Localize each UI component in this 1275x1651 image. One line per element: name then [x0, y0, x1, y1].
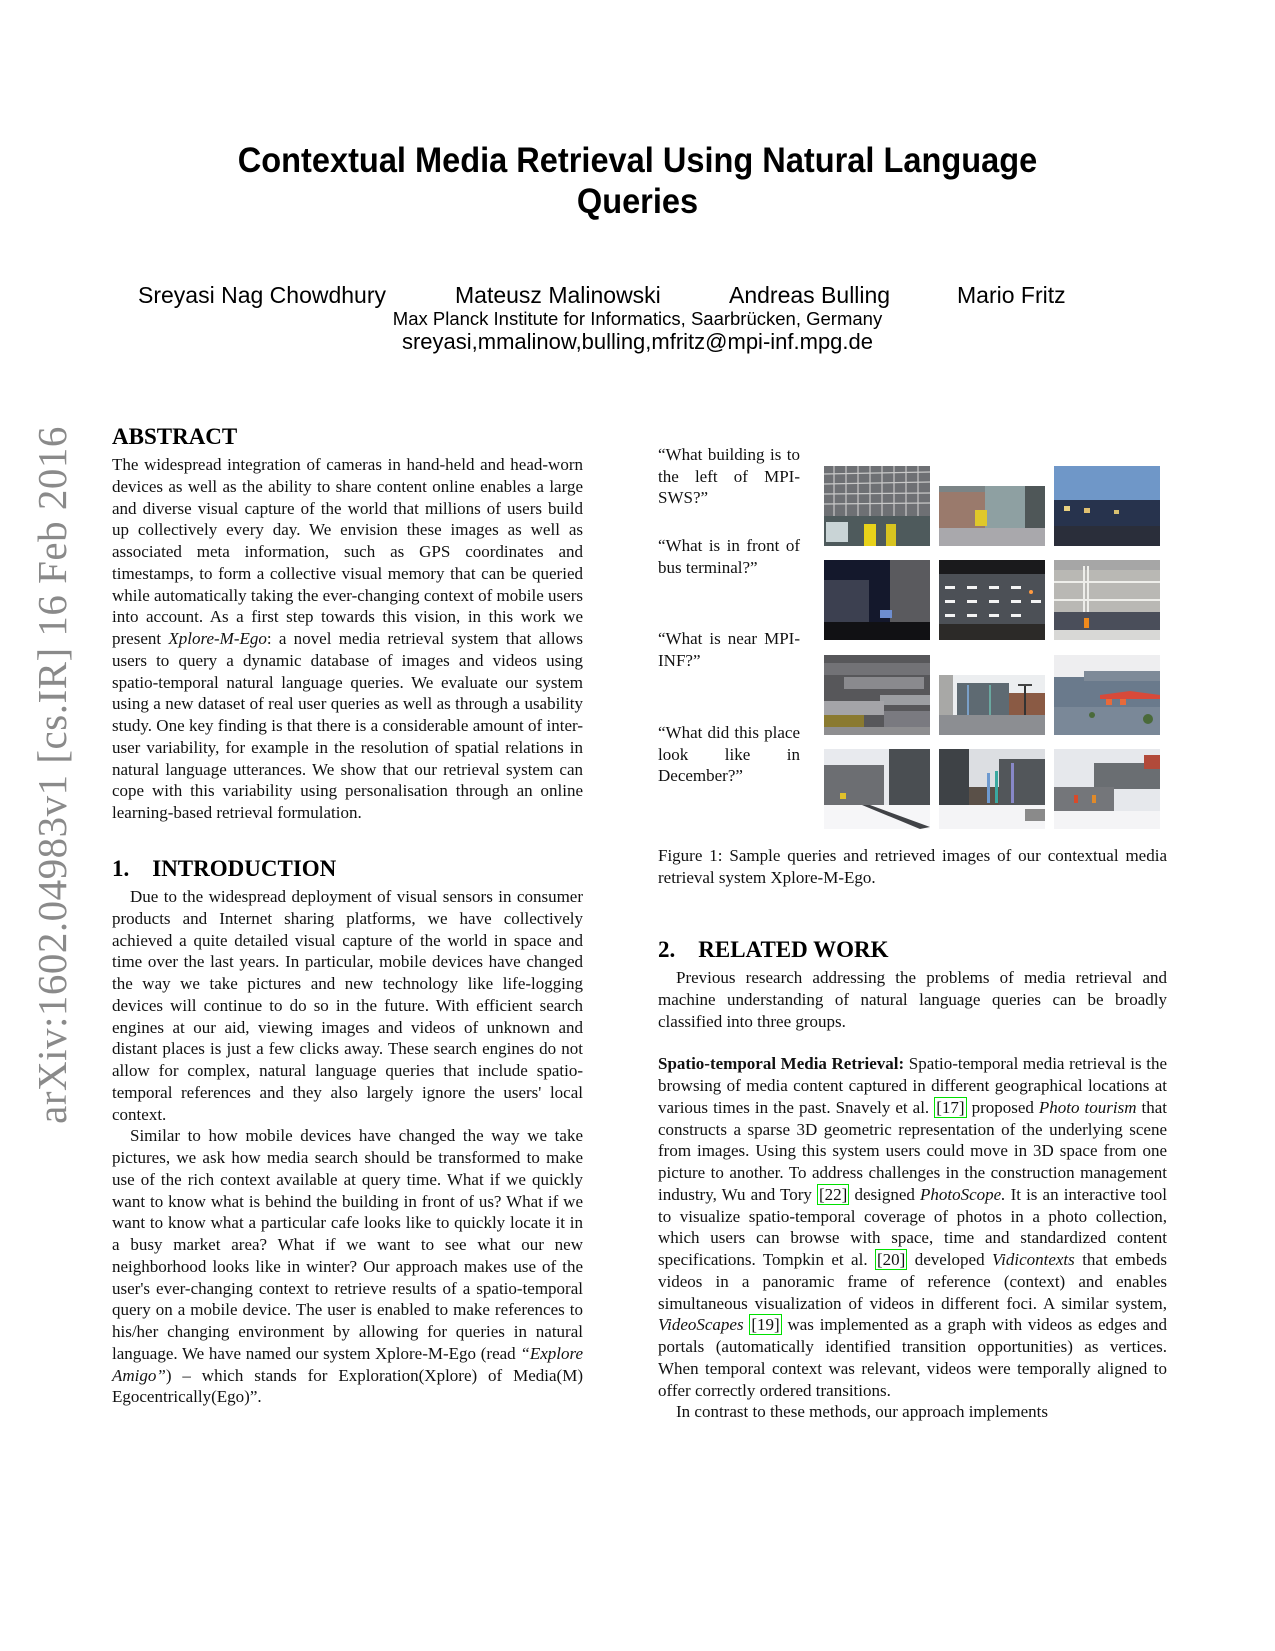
author-name: Mario Fritz	[957, 282, 1066, 308]
photoscope-italic: PhotoScope.	[920, 1184, 1006, 1204]
related-work-section: 2. RELATED WORK Previous research addres…	[658, 936, 1167, 1423]
retrieved-image-cafe-umbrella	[1054, 655, 1160, 735]
retrieved-image-bus-terminal	[1054, 560, 1160, 640]
retrieved-image-glass-entrance	[939, 486, 1045, 546]
paper-title: Contextual Media Retrieval Using Natural…	[138, 140, 1138, 222]
retrieved-image-office-flags	[939, 675, 1045, 735]
retrieved-image-winter-buildings	[824, 749, 930, 829]
figure-query: “What is in front of bus terminal?”	[658, 536, 800, 577]
paper-title-line-2: Queries	[576, 182, 699, 221]
introduction-paragraph-2: Similar to how mobile devices have chang…	[112, 1125, 583, 1408]
paragraph-text: developed	[907, 1250, 992, 1269]
citation-link-20[interactable]: [20]	[874, 1249, 908, 1270]
arxiv-identifier-stamp: arXiv:1602.04983v1 [cs.IR] 16 Feb 2016	[29, 426, 75, 1124]
author-affiliation: Max Planck Institute for Informatics, Sa…	[392, 308, 883, 329]
videoscapes-italic: VideoScapes	[658, 1315, 744, 1335]
retrieved-image-modern-facade	[824, 655, 930, 735]
citation-link-22[interactable]: [22]	[817, 1183, 850, 1205]
figure-query: “What building is to the left of MPI-SWS…	[658, 445, 800, 507]
spatio-temporal-paragraph: Spatio-temporal Media Retrieval: Spatio-…	[658, 1053, 1167, 1401]
introduction-section: 1. INTRODUCTION Due to the widespread de…	[112, 855, 583, 1408]
related-work-heading: 2. RELATED WORK	[658, 937, 889, 962]
related-work-paragraph-continued: In contrast to these methods, our approa…	[676, 1402, 1049, 1422]
retrieved-image-night-building	[824, 560, 930, 640]
abstract-heading: ABSTRACT	[112, 424, 238, 449]
figure-query: “What did this place look like in Decemb…	[658, 723, 800, 785]
introduction-heading: 1. INTRODUCTION	[112, 856, 337, 881]
introduction-text-part: Similar to how mobile devices have chang…	[112, 1126, 583, 1363]
retrieved-image-dusk-buildings	[1054, 466, 1160, 546]
author-emails: sreyasi,mmalinow,bulling,mfritz@mpi-inf.…	[401, 329, 874, 354]
retrieved-image-winter-flags	[939, 749, 1045, 829]
related-work-intro: Previous research addressing the problem…	[658, 968, 1167, 1031]
retrieved-image-parking-garage	[939, 560, 1045, 640]
system-name-italic: Xplore-M-Ego	[168, 629, 267, 648]
retrieved-image-winter-round-building	[1054, 749, 1160, 829]
abstract-text: The widespread integration of cameras in…	[112, 454, 583, 824]
abstract-text-part: : a novel media retrieval system that al…	[112, 629, 583, 822]
paper-title-line-1: Contextual Media Retrieval Using Natural…	[237, 141, 1038, 180]
introduction-paragraph-1: Due to the widespread deployment of visu…	[112, 887, 583, 1124]
vidicontexts-italic: Vidicontexts	[992, 1250, 1075, 1269]
author-name: Mateusz Malinowski	[455, 282, 661, 308]
photo-tourism-italic: Photo tourism	[1038, 1097, 1137, 1117]
abstract-text-part: The widespread integration of cameras in…	[112, 455, 583, 648]
introduction-text-part: ) – which stands for Exploration(Xplore)…	[112, 1365, 583, 1407]
paragraph-text: designed	[849, 1184, 920, 1204]
paragraph-text: proposed	[966, 1097, 1039, 1117]
figure-1-caption: Figure 1: Sample queries and retrieved i…	[658, 846, 1167, 887]
author-name: Andreas Bulling	[729, 282, 891, 308]
retrieved-image-building-facade	[824, 466, 930, 546]
figure-query: “What is near MPI-INF?”	[658, 629, 800, 670]
author-name: Sreyasi Nag Chowdhury	[138, 282, 387, 308]
abstract-section: ABSTRACT The widespread integration of c…	[112, 423, 583, 824]
citation-link-19[interactable]: [19]	[749, 1314, 782, 1336]
subsection-label: Spatio-temporal Media Retrieval:	[658, 1054, 905, 1074]
citation-link-17[interactable]: [17]	[934, 1096, 967, 1118]
